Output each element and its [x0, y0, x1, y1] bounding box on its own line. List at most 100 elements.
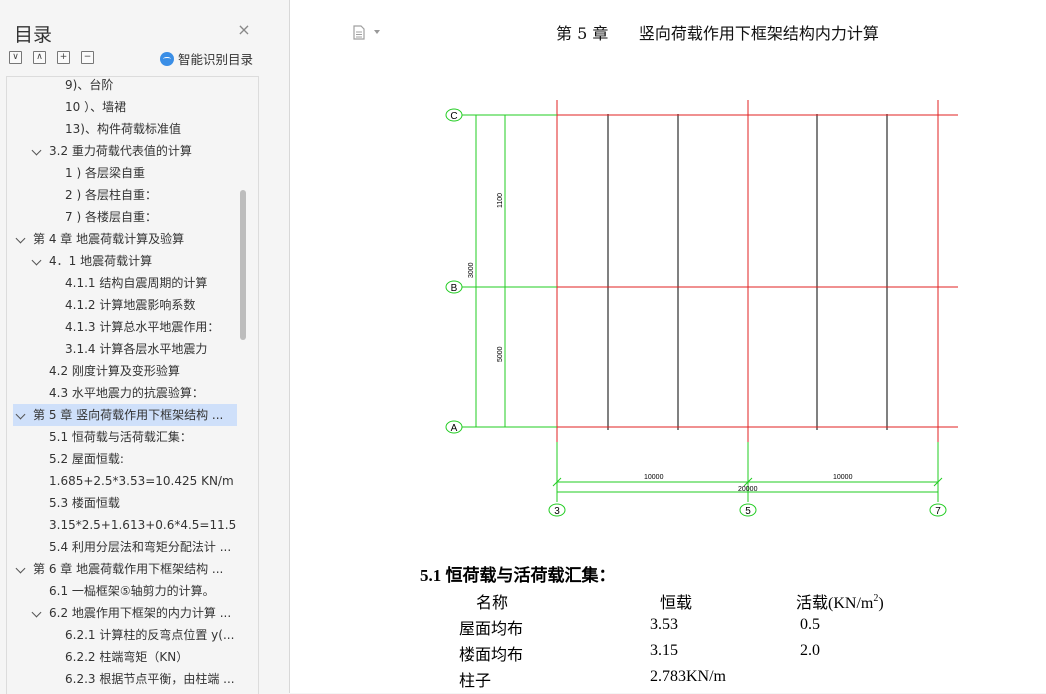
toc-item[interactable]: 4.1.2 计算地震影响系数: [7, 294, 237, 316]
toc-item[interactable]: 13)、构件荷载标准值: [7, 118, 237, 140]
table-header-live: 活载(KN/m2): [796, 589, 884, 613]
toc-item-label: 4.1.2 计算地震影响系数: [65, 298, 196, 312]
toc-item-label: 5.2 屋面恒载:: [49, 452, 124, 466]
section-heading: 5.1 恒荷载与活荷载汇集：: [420, 566, 616, 585]
toc-header: 目录 ×: [14, 20, 254, 47]
toc-item-label: 6.1 一榀框架⑤轴剪力的计算。: [49, 584, 215, 598]
toc-item[interactable]: 5.1 恒荷载与活荷载汇集：: [7, 426, 237, 448]
toc-title: 目录: [14, 24, 53, 46]
toc-item[interactable]: 1 ) 各层梁自重: [7, 162, 237, 184]
toc-item-label: 1.685+2.5*3.53=10.425 KN/m: [49, 474, 234, 488]
toc-item-label: 4．1 地震荷载计算: [49, 254, 153, 268]
dim-20000-label: 20000: [738, 486, 758, 493]
toc-item[interactable]: 6.2 地震作用下框架的内力计算 ...: [7, 602, 237, 624]
toc-item-label: 5.1 恒荷载与活荷载汇集：: [49, 430, 192, 444]
toc-item[interactable]: 2 ) 各层柱自重：: [7, 184, 237, 206]
toc-item-label: 4.3 水平地震力的抗震验算：: [49, 386, 204, 400]
chevron-down-icon[interactable]: [15, 233, 26, 244]
document-icon[interactable]: [353, 25, 365, 40]
table-row-1-name: 屋面均布: [459, 621, 524, 638]
toc-item-label: 6.2.3 根据节点平衡，由柱端 ...: [65, 672, 235, 686]
toc-item-label: 3.2 重力荷载代表值的计算: [49, 144, 192, 158]
chevron-down-icon[interactable]: [374, 30, 380, 34]
close-icon[interactable]: ×: [236, 22, 252, 38]
dim-10000-left-label: 10000: [644, 474, 664, 481]
table-header-dead: 恒载: [660, 595, 693, 612]
toc-item[interactable]: 4.1.1 结构自震周期的计算: [7, 272, 237, 294]
toc-item[interactable]: 4.3 水平地震力的抗震验算：: [7, 382, 237, 404]
chevron-down-icon[interactable]: [15, 563, 26, 574]
table-row-3-dead: 2.783KN/m: [650, 668, 726, 685]
toc-item[interactable]: 4．1 地震荷载计算: [7, 250, 237, 272]
smart-toc-button[interactable]: 智能识别目录: [159, 49, 253, 68]
dimension-lines: [462, 114, 943, 502]
toc-item-label: 6.2.2 柱端弯矩（KN）: [65, 650, 189, 664]
table-row-2-live: 2.0: [800, 642, 820, 659]
frame-plan-drawing: 1100 3000 5000 10000 10000 20000 C B A 3…: [445, 100, 958, 517]
toc-sidebar: 目录 × ∨ ∧ + − 智能识别目录 9)、台阶 10 ）、墙裙 13)、构件荷载…: [0, 0, 267, 694]
axis-label-3: 3: [554, 506, 560, 517]
toc-item[interactable]: 3.2 重力荷载代表值的计算: [7, 140, 237, 162]
chapter-header: 第 5 章 竖向荷载作用下框架结构内力计算: [556, 24, 879, 43]
toc-tree: 9)、台阶 10 ）、墙裙 13)、构件荷载标准值 3.2 重力荷载代表值的计算 1 )…: [6, 76, 259, 694]
document-page: 第 5 章 竖向荷载作用下框架结构内力计算 1100 3000 5000 100…: [290, 0, 1046, 693]
chevron-down-icon[interactable]: [31, 145, 42, 156]
toc-item[interactable]: 第 6 章 地震荷载作用下框架结构 ...: [7, 558, 237, 580]
axis-label-7: 7: [935, 506, 941, 517]
toc-item-label: 9)、台阶: [65, 78, 114, 92]
toc-item-label: 3.1.4 计算各层水平地震力: [65, 342, 208, 356]
add-heading-icon[interactable]: +: [57, 51, 70, 64]
toc-item-label: 10 ）、墙裙: [65, 100, 127, 114]
remove-heading-icon[interactable]: −: [81, 51, 94, 64]
toc-item-label: 6.2.1 计算柱的反弯点位置 y(...: [65, 628, 235, 642]
toc-item-label: 第 4 章 地震荷载计算及验算: [33, 232, 185, 246]
chevron-down-icon[interactable]: [15, 409, 26, 420]
axis-bubbles: [445, 108, 947, 517]
chevron-down-icon[interactable]: [31, 255, 42, 266]
toc-item-label: 13)、构件荷载标准值: [65, 122, 181, 136]
table-header-live-close: ): [878, 595, 884, 612]
toc-item-label: 4.1.3 计算总水平地震作用：: [65, 320, 220, 334]
toc-item[interactable]: 6.2.3 根据节点平衡，由柱端 ...: [7, 668, 237, 690]
toc-item[interactable]: 第 4 章 地震荷载计算及验算: [7, 228, 237, 250]
toc-item-label: 3.15*2.5+1.613+0.6*4.5=11.5 ...: [49, 518, 237, 532]
toc-item[interactable]: 6.2.2 柱端弯矩（KN）: [7, 646, 237, 668]
toc-item[interactable]: 5.3 楼面恒载: [7, 492, 237, 514]
toc-item[interactable]: 3.1.4 计算各层水平地震力: [7, 338, 237, 360]
toc-item[interactable]: 5.2 屋面恒载:: [7, 448, 237, 470]
toc-item-label: 1 ) 各层梁自重: [65, 166, 145, 180]
toc-item[interactable]: 5.4 利用分层法和弯矩分配法计 ...: [7, 536, 237, 558]
table-row-1-live: 0.5: [800, 616, 820, 633]
toc-item[interactable]: 第 5 章 竖向荷载作用下框架结构 ...: [13, 404, 237, 426]
axis-label-5: 5: [745, 506, 751, 517]
toc-item-label: 4.1.1 结构自震周期的计算: [65, 276, 208, 290]
chevron-down-icon[interactable]: [31, 607, 42, 618]
dim-3000-label: 3000: [468, 262, 475, 278]
toc-item-label: 第 6 章 地震荷载作用下框架结构 ...: [33, 562, 224, 576]
toc-scrollbar[interactable]: [240, 190, 246, 340]
toc-item-label: 6.2 地震作用下框架的内力计算 ...: [49, 606, 232, 620]
toc-item[interactable]: 4.2 刚度计算及变形验算: [7, 360, 237, 382]
table-row-1-dead: 3.53: [650, 616, 678, 633]
axis-label-a: A: [451, 423, 458, 434]
collapse-all-icon[interactable]: ∧: [33, 51, 46, 64]
toc-item-label: 4.2 刚度计算及变形验算: [49, 364, 180, 378]
smart-toc-label: 智能识别目录: [177, 52, 253, 67]
toc-item-label: 5.3 楼面恒载: [49, 496, 120, 510]
expand-all-icon[interactable]: ∨: [9, 51, 22, 64]
toc-item[interactable]: 3.15*2.5+1.613+0.6*4.5=11.5 ...: [7, 514, 237, 536]
axis-grid-lines: [472, 100, 958, 442]
dim-10000-right-label: 10000: [833, 474, 853, 481]
toc-item-label: 第 5 章 竖向荷载作用下框架结构 ...: [33, 408, 224, 422]
toc-item[interactable]: 9)、台阶: [7, 77, 237, 96]
toc-item[interactable]: 1.685+2.5*3.53=10.425 KN/m: [7, 470, 237, 492]
toc-item[interactable]: 6.1 一榀框架⑤轴剪力的计算。: [7, 580, 237, 602]
toc-item[interactable]: 6.2.1 计算柱的反弯点位置 y(...: [7, 624, 237, 646]
toc-item-label: 5.4 利用分层法和弯矩分配法计 ...: [49, 540, 232, 554]
toc-toolbar: ∨ ∧ + − 智能识别目录: [9, 51, 259, 67]
toc-item[interactable]: 7 ) 各楼层自重：: [7, 206, 237, 228]
toc-item-label: 7 ) 各楼层自重：: [65, 210, 157, 224]
table-header-name: 名称: [476, 595, 509, 612]
toc-item[interactable]: 10 ）、墙裙: [7, 96, 237, 118]
toc-item[interactable]: 4.1.3 计算总水平地震作用：: [7, 316, 237, 338]
